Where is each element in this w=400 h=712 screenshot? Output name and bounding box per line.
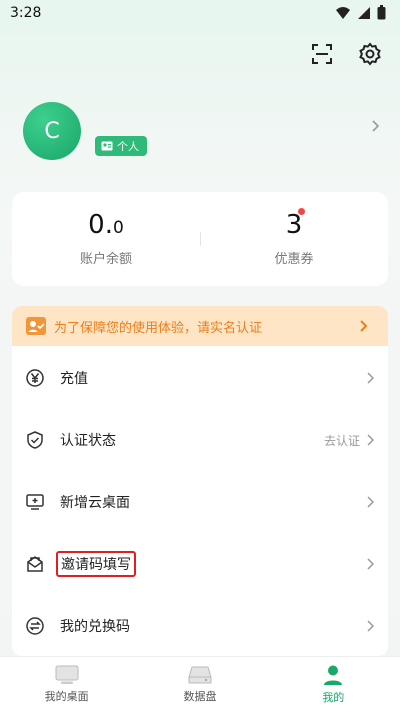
balance-value: 0.0 xyxy=(88,210,124,240)
status-icons xyxy=(335,5,386,20)
menu-label: 我的兑换码 xyxy=(60,619,130,635)
avatar[interactable]: C xyxy=(23,102,81,160)
id-verify-icon xyxy=(26,317,46,335)
id-card-icon xyxy=(101,141,113,151)
exchange-icon xyxy=(24,615,46,637)
chevron-right-icon xyxy=(367,496,374,508)
battery-icon xyxy=(377,5,386,20)
nav-tab-my-desktop[interactable]: 我的桌面 xyxy=(0,657,133,712)
verify-action-text: 去认证 xyxy=(323,433,360,448)
menu-label: 邀请码填写 xyxy=(56,551,136,577)
chevron-right-icon xyxy=(367,372,374,384)
shield-check-icon xyxy=(24,429,46,451)
notice-chevron-icon xyxy=(360,320,368,332)
chevron-right-icon xyxy=(367,620,374,632)
menu-label: 认证状态 xyxy=(60,433,116,449)
yen-circle-icon xyxy=(24,367,46,389)
settings-button[interactable] xyxy=(357,41,383,67)
nav-label: 我的 xyxy=(322,691,345,704)
notice-text: 为了保障您的使用体验，请实名认证 xyxy=(54,320,263,336)
wifi-icon xyxy=(336,6,350,19)
nav-tab-data-disk[interactable]: 数据盘 xyxy=(133,657,266,712)
chevron-right-icon xyxy=(367,558,374,570)
nav-label: 我的桌面 xyxy=(44,690,89,703)
menu-label: 新增云桌面 xyxy=(60,495,130,511)
desktop-icon xyxy=(55,665,79,684)
menu-item-add-desktop[interactable]: 新增云桌面 xyxy=(12,471,388,533)
settings-menu: 充值 认证状态 去认证 新增云桌面 邀请码填写 我的兑换码 xyxy=(12,346,388,656)
disk-icon xyxy=(188,666,212,684)
coupon-dot xyxy=(298,208,305,215)
status-time: 3:28 xyxy=(10,5,42,21)
nav-tab-mine[interactable]: 我的 xyxy=(267,657,400,712)
gear-icon xyxy=(359,42,381,66)
coupon-label: 优惠券 xyxy=(274,252,314,267)
scan-button[interactable] xyxy=(309,41,335,67)
coupons[interactable]: 3 优惠券 xyxy=(200,210,388,267)
balance-label: 账户余额 xyxy=(79,252,132,267)
user-icon xyxy=(324,665,343,685)
account-balance[interactable]: 0.0 账户余额 xyxy=(12,210,200,267)
profile-chevron-icon[interactable] xyxy=(370,118,380,137)
scan-icon xyxy=(312,44,332,64)
signal-icon xyxy=(358,6,370,19)
chevron-right-icon xyxy=(367,434,374,446)
coupon-count: 3 xyxy=(285,210,303,240)
account-type-badge: 个人 xyxy=(95,136,147,156)
monitor-plus-icon xyxy=(24,491,46,513)
badge-label: 个人 xyxy=(117,140,139,153)
avatar-letter: C xyxy=(44,118,60,144)
menu-label: 充值 xyxy=(60,371,88,387)
menu-item-invite-code[interactable]: 邀请码填写 xyxy=(12,533,388,595)
verify-notice[interactable]: 为了保障您的使用体验，请实名认证 xyxy=(12,306,388,346)
menu-item-redeem-code[interactable]: 我的兑换码 xyxy=(12,595,388,657)
balance-card: 0.0 账户余额 3 优惠券 xyxy=(12,192,388,286)
nav-label: 数据盘 xyxy=(183,690,217,703)
bottom-nav: 我的桌面 数据盘 我的 xyxy=(0,656,400,712)
menu-item-recharge[interactable]: 充值 xyxy=(12,347,388,409)
menu-item-verification[interactable]: 认证状态 去认证 xyxy=(12,409,388,471)
envelope-icon xyxy=(24,553,46,575)
